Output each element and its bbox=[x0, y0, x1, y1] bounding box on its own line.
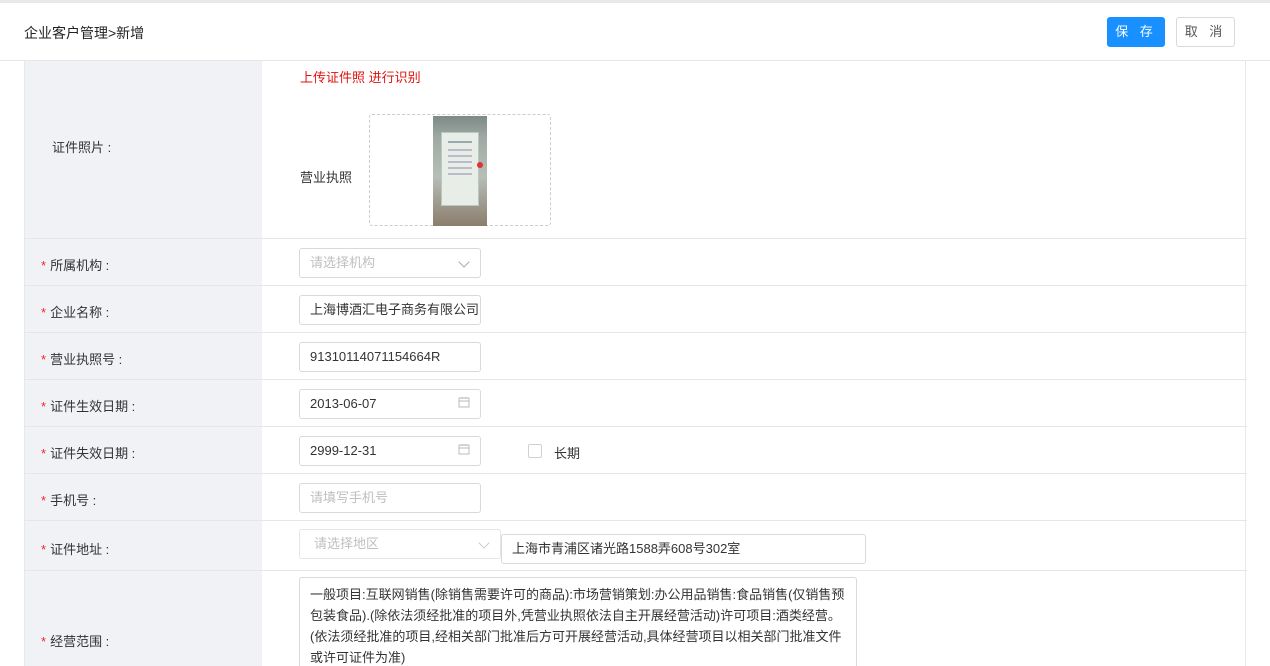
start-date-value: 2013-06-07 bbox=[310, 396, 377, 411]
label-cell: * 营业执照号 : bbox=[25, 333, 262, 379]
label-cell: * 经营范围 : bbox=[25, 571, 262, 666]
form-row-photo: 证件照片 : 上传证件照 进行识别 营业执照 bbox=[25, 61, 1247, 239]
form-row-company-name: * 企业名称 : 上海博酒汇电子商务有限公司 bbox=[25, 286, 1247, 333]
business-license-label: 营业执照 bbox=[300, 170, 353, 185]
form-row-phone: * 手机号 : 请填写手机号 bbox=[25, 474, 1247, 521]
phone-input[interactable]: 请填写手机号 bbox=[299, 483, 481, 513]
license-no-input[interactable]: 91310114071154664R bbox=[299, 342, 481, 372]
chevron-down-icon bbox=[458, 256, 470, 268]
form-row-start-date: * 证件生效日期 : 2013-06-07 bbox=[25, 380, 1247, 427]
address-detail-input[interactable]: 上海市青浦区诸光路1588弄608号302室 bbox=[501, 534, 866, 564]
form-row-scope: * 经营范围 : 一般项目:互联网销售(除销售需要许可的商品):市场营销策划:办公… bbox=[25, 571, 1247, 666]
start-date-label: * 证件生效日期 : bbox=[41, 399, 136, 414]
license-upload-box[interactable] bbox=[369, 114, 551, 226]
end-date-label: * 证件失效日期 : bbox=[41, 446, 136, 461]
long-term-checkbox[interactable] bbox=[528, 444, 542, 458]
start-date-picker[interactable]: 2013-06-07 bbox=[299, 389, 481, 419]
red-seal bbox=[477, 162, 483, 168]
license-image[interactable] bbox=[433, 116, 487, 226]
calendar-icon bbox=[458, 390, 470, 418]
label-cell: * 证件失效日期 : bbox=[25, 427, 262, 473]
end-date-value: 2999-12-31 bbox=[310, 443, 377, 458]
region-select[interactable]: 请选择地区 bbox=[299, 529, 501, 559]
label-cell: * 手机号 : bbox=[25, 474, 262, 520]
company-name-input[interactable]: 上海博酒汇电子商务有限公司 bbox=[299, 295, 481, 325]
address-label: * 证件地址 : bbox=[41, 542, 110, 557]
org-label: * 所属机构 : bbox=[41, 258, 110, 273]
business-scope-textarea[interactable]: 一般项目:互联网销售(除销售需要许可的商品):市场营销策划:办公用品销售:食品销… bbox=[299, 577, 857, 666]
save-button[interactable]: 保 存 bbox=[1107, 17, 1165, 47]
long-term-label: 长期 bbox=[554, 446, 581, 461]
form-row-license-no: * 营业执照号 : 91310114071154664R bbox=[25, 333, 1247, 380]
form-row-org: * 所属机构 : 请选择机构 bbox=[25, 239, 1247, 286]
cancel-button[interactable]: 取 消 bbox=[1176, 17, 1235, 47]
company-name-label: * 企业名称 : bbox=[41, 305, 110, 320]
form-row-address: * 证件地址 : 请选择地区 上海市青浦区诸光路1588弄608号302室 bbox=[25, 521, 1247, 571]
label-cell: * 证件地址 : bbox=[25, 521, 262, 570]
label-cell: * 企业名称 : bbox=[25, 286, 262, 332]
page-header: 企业客户管理>新增 保 存 取 消 bbox=[0, 3, 1270, 61]
scope-label: * 经营范围 : bbox=[41, 634, 110, 649]
region-select-placeholder: 请选择地区 bbox=[314, 536, 380, 551]
upload-recognize-link[interactable]: 上传证件照 进行识别 bbox=[300, 67, 421, 86]
chevron-down-icon bbox=[478, 537, 490, 549]
breadcrumb: 企业客户管理>新增 bbox=[24, 25, 145, 41]
label-cell: 证件照片 : bbox=[25, 61, 262, 238]
label-cell: * 证件生效日期 : bbox=[25, 380, 262, 426]
form-row-end-date: * 证件失效日期 : 2999-12-31 长期 bbox=[25, 427, 1247, 474]
org-select[interactable]: 请选择机构 bbox=[299, 248, 481, 278]
org-select-placeholder: 请选择机构 bbox=[310, 255, 376, 270]
calendar-icon bbox=[458, 437, 470, 465]
license-no-label: * 营业执照号 : bbox=[41, 352, 123, 367]
license-document bbox=[441, 132, 479, 206]
photo-label: 证件照片 : bbox=[52, 140, 112, 155]
customer-form: 证件照片 : 上传证件照 进行识别 营业执照 * 所属机构 : 请选择机构 * 企业… bbox=[24, 61, 1247, 666]
label-cell: * 所属机构 : bbox=[25, 239, 262, 285]
end-date-picker[interactable]: 2999-12-31 bbox=[299, 436, 481, 466]
phone-label: * 手机号 : bbox=[41, 493, 97, 508]
